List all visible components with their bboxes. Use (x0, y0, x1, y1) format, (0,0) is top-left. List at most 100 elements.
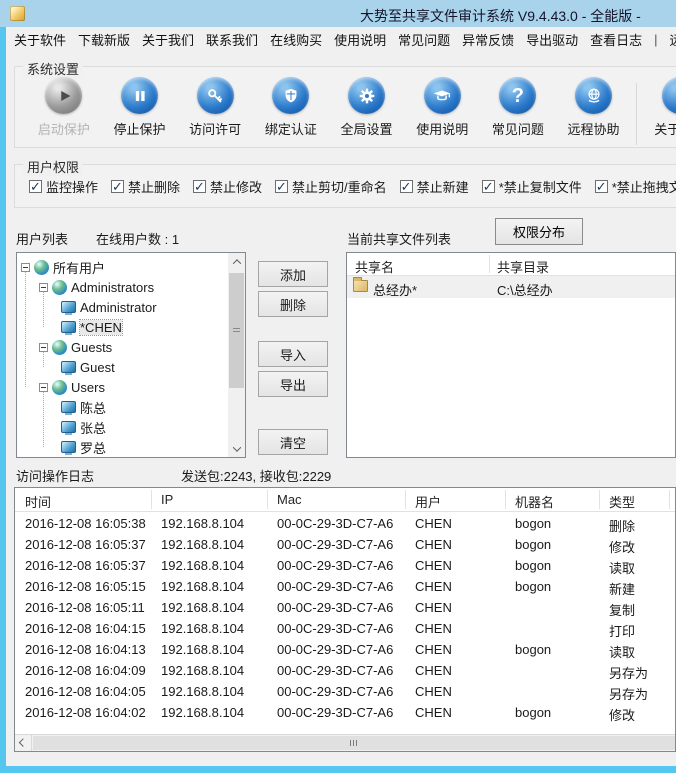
checkbox-forbid-copy-file[interactable]: *禁止复制文件 (482, 177, 582, 196)
share-row[interactable]: 总经办* C:\总经办 (347, 276, 675, 298)
column-divider[interactable] (669, 490, 670, 509)
tree-node-administrators[interactable]: Administrators (39, 277, 154, 297)
column-divider[interactable] (599, 490, 600, 509)
stop-protection-button[interactable]: 停止保护 (107, 77, 173, 138)
tool-label: 常见问题 (485, 119, 551, 138)
column-header-share-dir[interactable]: 共享目录 (497, 257, 549, 276)
menu-item-about-software[interactable]: 关于软件 (14, 30, 66, 49)
menu-item-about-us[interactable]: 关于我们 (142, 30, 194, 49)
bind-auth-button[interactable]: 绑定认证 (258, 77, 324, 138)
tree-node-zhangzong[interactable]: 张总 (61, 417, 106, 437)
tree-node-chen[interactable]: *CHEN (61, 317, 122, 337)
menu-item-export-driver[interactable]: 导出驱动 (526, 30, 578, 49)
log-horizontal-scrollbar[interactable] (15, 734, 675, 751)
checkbox-icon (275, 180, 288, 193)
scroll-left-icon[interactable] (15, 735, 32, 752)
cell-type: 复制 (599, 596, 675, 617)
log-row[interactable]: 2016-12-08 16:04:05192.168.8.10400-0C-29… (15, 680, 675, 701)
app-icon (10, 6, 25, 21)
column-header-time[interactable]: 时间 (15, 488, 151, 511)
column-header-mac[interactable]: Mac (267, 488, 405, 511)
folder-icon (353, 280, 368, 292)
column-header-ip[interactable]: IP (151, 488, 267, 511)
column-divider[interactable] (267, 490, 268, 509)
cell-user: CHEN (405, 659, 505, 680)
global-settings-button[interactable]: 全局设置 (334, 77, 400, 138)
log-row[interactable]: 2016-12-08 16:05:15192.168.8.10400-0C-29… (15, 575, 675, 596)
checkbox-label: *禁止复制文件 (499, 177, 582, 196)
start-protection-button[interactable]: 启动保护 (31, 77, 97, 138)
tree-node-all-users[interactable]: 所有用户 (21, 257, 105, 277)
cell-type: 另存为 (599, 680, 675, 701)
log-row[interactable]: 2016-12-08 16:04:15192.168.8.10400-0C-29… (15, 617, 675, 638)
checkbox-forbid-modify[interactable]: 禁止修改 (193, 177, 262, 196)
checkbox-forbid-cut-rename[interactable]: 禁止剪切/重命名 (275, 177, 387, 196)
permission-distribution-button[interactable]: 权限分布 (495, 218, 583, 245)
collapse-icon[interactable] (39, 343, 48, 352)
cell-user: CHEN (405, 680, 505, 701)
import-button[interactable]: 导入 (258, 341, 328, 367)
log-row[interactable]: 2016-12-08 16:05:37192.168.8.10400-0C-29… (15, 533, 675, 554)
log-row[interactable]: 2016-12-08 16:04:09192.168.8.10400-0C-29… (15, 659, 675, 680)
checkbox-forbid-drag-file[interactable]: *禁止拖拽文件 (595, 177, 676, 196)
column-header-machine[interactable]: 机器名 (505, 488, 599, 511)
tool-label: 关于软件 (647, 119, 676, 138)
menu-item-remote-assist[interactable]: 远程协助 (670, 30, 676, 49)
column-header-type[interactable]: 类型 (599, 488, 675, 511)
column-header-user[interactable]: 用户 (405, 488, 505, 511)
access-log-table: 时间 IP Mac 用户 机器名 类型 2016-12-08 16:05:381… (14, 487, 676, 752)
clear-button[interactable]: 清空 (258, 429, 328, 455)
log-row[interactable]: 2016-12-08 16:05:37192.168.8.10400-0C-29… (15, 554, 675, 575)
share-list-header: 共享名 共享目录 (347, 253, 675, 276)
column-header-share-name[interactable]: 共享名 (355, 257, 394, 276)
menu-item-contact-us[interactable]: 联系我们 (206, 30, 258, 49)
checkbox-forbid-delete[interactable]: 禁止删除 (111, 177, 180, 196)
scrollbar-thumb[interactable] (33, 736, 675, 750)
access-permit-button[interactable]: 访问许可 (182, 77, 248, 138)
export-button[interactable]: 导出 (258, 371, 328, 397)
remote-assist-button[interactable]: 远程协助 (561, 77, 627, 138)
scrollbar-thumb[interactable] (229, 273, 244, 388)
tree-node-guests[interactable]: Guests (39, 337, 112, 357)
about-software-button[interactable]: i 关于软件 (647, 77, 676, 138)
column-divider[interactable] (151, 490, 152, 509)
checkbox-forbid-create[interactable]: 禁止新建 (400, 177, 469, 196)
log-row[interactable]: 2016-12-08 16:05:11192.168.8.10400-0C-29… (15, 596, 675, 617)
checkbox-monitor-ops[interactable]: 监控操作 (29, 177, 98, 196)
column-divider[interactable] (489, 255, 490, 273)
column-divider[interactable] (405, 490, 406, 509)
faq-button[interactable]: ? 常见问题 (485, 77, 551, 138)
collapse-icon[interactable] (39, 383, 48, 392)
checkbox-label: 监控操作 (46, 177, 98, 196)
menu-item-feedback[interactable]: 异常反馈 (462, 30, 514, 49)
user-group-icon (52, 380, 67, 395)
menu-item-view-log[interactable]: 查看日志 (590, 30, 642, 49)
usage-help-button[interactable]: 使用说明 (409, 77, 475, 138)
checkbox-icon (595, 180, 608, 193)
toolbar-divider (636, 83, 637, 145)
cell-ip: 192.168.8.104 (151, 680, 267, 701)
tree-node-chenzong[interactable]: 陈总 (61, 397, 106, 417)
tree-node-guest[interactable]: Guest (61, 357, 115, 377)
cell-machine: bogon (505, 701, 599, 722)
tree-node-luozong[interactable]: 罗总 (61, 437, 106, 457)
pause-icon (121, 77, 158, 114)
tree-node-users-group[interactable]: Users (39, 377, 105, 397)
menu-item-buy-online[interactable]: 在线购买 (270, 30, 322, 49)
collapse-icon[interactable] (21, 263, 30, 272)
scroll-up-icon[interactable] (228, 253, 245, 270)
log-row[interactable]: 2016-12-08 16:05:38192.168.8.10400-0C-29… (15, 512, 675, 533)
delete-button[interactable]: 删除 (258, 291, 328, 317)
log-row[interactable]: 2016-12-08 16:04:13192.168.8.10400-0C-29… (15, 638, 675, 659)
tree-vertical-scrollbar[interactable] (228, 253, 245, 457)
column-divider[interactable] (505, 490, 506, 509)
scroll-down-icon[interactable] (228, 440, 245, 457)
menu-item-usage-help[interactable]: 使用说明 (334, 30, 386, 49)
add-button[interactable]: 添加 (258, 261, 328, 287)
collapse-icon[interactable] (39, 283, 48, 292)
menu-item-faq[interactable]: 常见问题 (398, 30, 450, 49)
cell-user: CHEN (405, 617, 505, 638)
menu-item-download-new[interactable]: 下载新版 (78, 30, 130, 49)
log-row[interactable]: 2016-12-08 16:04:02192.168.8.10400-0C-29… (15, 701, 675, 722)
tree-node-administrator[interactable]: Administrator (61, 297, 157, 317)
